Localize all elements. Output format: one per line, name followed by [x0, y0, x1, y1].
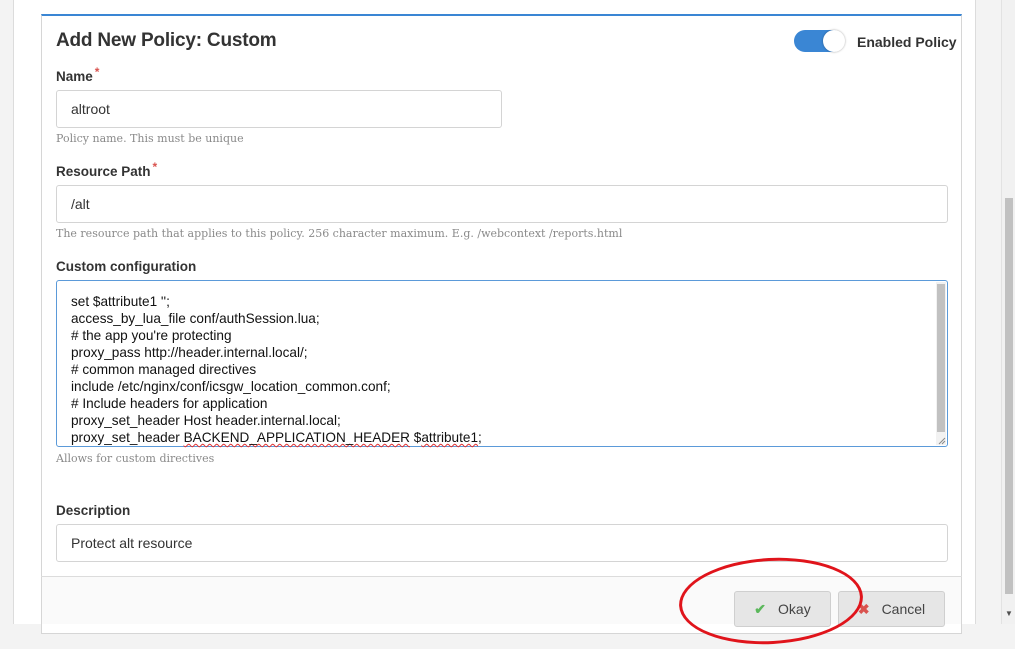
check-icon: ✔	[754, 600, 767, 617]
page-scrollbar[interactable]: ▼	[1001, 0, 1015, 624]
resource-path-label-text: Resource Path	[56, 164, 151, 179]
x-icon: ✖	[857, 600, 870, 617]
config-last-suffix: ;	[478, 430, 482, 445]
toggle-knob	[823, 30, 845, 52]
name-help-text: Policy name. This must be unique	[56, 132, 244, 145]
textarea-scrollbar-thumb[interactable]	[937, 284, 945, 432]
enabled-policy-toggle[interactable]	[794, 30, 845, 52]
enabled-policy-label: Enabled Policy	[857, 34, 957, 50]
config-line: include /etc/nginx/conf/icsgw_location_c…	[71, 379, 391, 394]
okay-button[interactable]: ✔ Okay	[734, 591, 831, 627]
config-line: # Include headers for application	[71, 396, 268, 411]
config-last-middle: $	[409, 430, 422, 445]
textarea-scrollbar[interactable]	[936, 282, 946, 445]
config-line: proxy_set_header Host header.internal.lo…	[71, 413, 341, 428]
resource-path-help-text: The resource path that applies to this p…	[56, 227, 623, 240]
config-last-prefix: proxy_set_header	[71, 430, 184, 445]
misspelled-word: attribute1	[421, 430, 479, 445]
config-line: set $attribute1 '';	[71, 294, 170, 309]
custom-configuration-textarea[interactable]: set $attribute1 ''; access_by_lua_file co…	[56, 280, 948, 447]
resize-grip-icon[interactable]	[937, 436, 946, 445]
name-input[interactable]	[56, 90, 502, 128]
page-scrollbar-thumb[interactable]	[1005, 198, 1013, 594]
misspelled-word: BACKEND_APPLICATION_HEADER	[183, 430, 410, 445]
config-line: proxy_pass http://header.internal.local/…	[71, 345, 308, 360]
dialog-title: Add New Policy: Custom	[56, 30, 277, 51]
description-input[interactable]	[56, 524, 948, 562]
resource-path-input[interactable]	[56, 185, 948, 223]
config-line: # common managed directives	[71, 362, 257, 377]
custom-configuration-help-text: Allows for custom directives	[56, 452, 215, 465]
cancel-button-label: Cancel	[881, 601, 926, 617]
description-label: Description	[56, 503, 131, 518]
config-line-last: proxy_set_header BACKEND_APPLICATION_HEA…	[71, 429, 482, 446]
name-label-text: Name	[56, 69, 93, 84]
okay-button-label: Okay	[778, 601, 811, 617]
config-line: access_by_lua_file conf/authSession.lua;	[71, 311, 320, 326]
config-line: # the app you're protecting	[71, 328, 232, 343]
custom-configuration-label: Custom configuration	[56, 259, 197, 274]
cancel-button[interactable]: ✖ Cancel	[838, 591, 945, 627]
scroll-down-arrow-icon[interactable]: ▼	[1005, 610, 1013, 618]
name-required-mark: *	[94, 65, 100, 79]
resource-path-label: Resource Path *	[56, 160, 157, 179]
custom-configuration-content: set $attribute1 ''; access_by_lua_file co…	[71, 293, 482, 446]
name-label: Name *	[56, 65, 99, 84]
resource-path-required-mark: *	[152, 160, 158, 174]
